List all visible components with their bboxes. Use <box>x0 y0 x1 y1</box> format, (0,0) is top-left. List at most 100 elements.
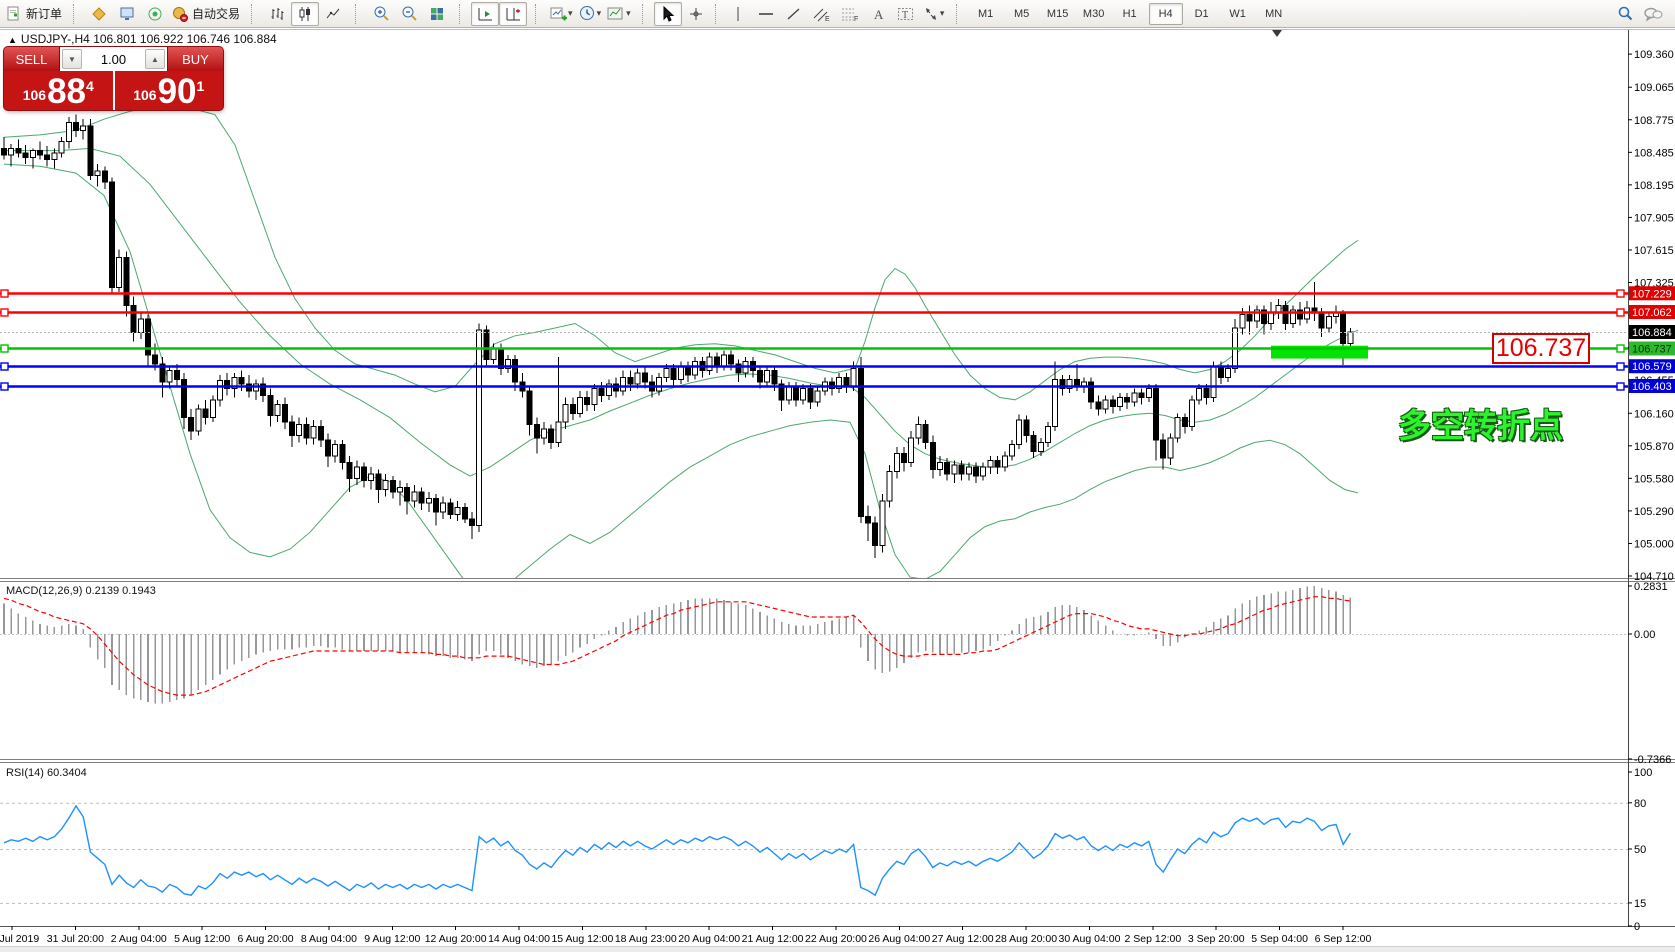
candle-bull <box>167 371 172 382</box>
svg-text:-0.7366: -0.7366 <box>1634 754 1671 766</box>
candle-bear <box>45 155 50 159</box>
candle-bull <box>333 445 338 456</box>
period-dropdown[interactable]: ▾ <box>597 8 602 19</box>
cursor-tool-button[interactable] <box>654 2 682 26</box>
rsi-line <box>4 806 1350 895</box>
timeframe-m1[interactable]: M1 <box>969 3 1003 25</box>
buy-quote[interactable]: 106 90 1 <box>115 71 224 110</box>
candle-bear <box>729 355 734 364</box>
price-axis[interactable]: 109.360109.065108.775108.485108.195107.9… <box>1628 49 1675 583</box>
auto-scroll-button[interactable] <box>471 2 499 26</box>
chart-shift-button[interactable] <box>499 2 527 26</box>
timeframe-w1[interactable]: W1 <box>1221 3 1255 25</box>
price-callout-label[interactable]: 106.737 <box>1492 333 1590 364</box>
timeframe-mn[interactable]: MN <box>1257 3 1291 25</box>
search-button[interactable] <box>1611 2 1639 26</box>
svg-text:0: 0 <box>1634 921 1640 933</box>
chart-canvas[interactable]: 109.360109.065108.775108.485108.195107.9… <box>0 27 1675 951</box>
candle-bull <box>542 429 547 438</box>
candle-bull <box>887 472 892 501</box>
line-chart-button[interactable] <box>319 2 347 26</box>
channel-tool-button[interactable]: E <box>808 2 836 26</box>
bar-chart-button[interactable] <box>263 2 291 26</box>
candle-bull <box>621 377 626 390</box>
sell-button[interactable]: SELL <box>4 47 59 71</box>
candle-bull <box>196 409 201 431</box>
new-order-button[interactable]: 新订单 <box>3 2 65 26</box>
chart-title: ▲USDJPY-,H4 106.801 106.922 106.746 106.… <box>8 32 277 46</box>
sell-quote[interactable]: 106 88 4 <box>4 71 115 110</box>
lot-increase-button[interactable]: ▲ <box>145 49 165 69</box>
candle-bull <box>815 391 820 402</box>
price-lines[interactable] <box>0 290 1628 390</box>
buy-button[interactable]: BUY <box>168 47 223 71</box>
svg-text:A: A <box>874 7 884 22</box>
tile-windows-button[interactable] <box>423 2 451 26</box>
timeframe-m30[interactable]: M30 <box>1077 3 1111 25</box>
timeframe-m15[interactable]: M15 <box>1041 3 1075 25</box>
rsi-pane[interactable] <box>0 803 1628 903</box>
macd-axis[interactable]: 0.28310.00-0.7366 <box>1628 581 1671 766</box>
arrows-dropdown[interactable]: ▾ <box>940 8 945 19</box>
charts-button[interactable] <box>85 2 113 26</box>
template-dropdown[interactable]: ▾ <box>626 8 631 19</box>
toolbar-separator <box>715 4 721 24</box>
candle-bear <box>434 499 439 512</box>
chart-shift-marker[interactable] <box>1272 30 1282 37</box>
candle-bear <box>405 487 410 500</box>
time-label: 27 Aug 12:00 <box>932 933 994 945</box>
candle-bear <box>153 355 158 364</box>
label-tool-button[interactable]: T <box>892 2 920 26</box>
rsi-axis[interactable]: 1008050150 <box>1628 767 1652 933</box>
candle-bull <box>1175 418 1180 438</box>
candle-bear <box>628 377 633 384</box>
time-label: 6 Sep 12:00 <box>1315 933 1372 945</box>
chat-button[interactable] <box>1639 2 1667 26</box>
candle-bull <box>988 460 993 467</box>
lot-decrease-button[interactable]: ▼ <box>62 49 82 69</box>
timeframe-h1[interactable]: H1 <box>1113 3 1147 25</box>
macd-pane[interactable] <box>0 586 1628 704</box>
candle-bull <box>426 499 431 503</box>
vline-tool-button[interactable] <box>724 2 752 26</box>
bollinger-bands <box>4 106 1358 594</box>
svg-text:105.000: 105.000 <box>1634 538 1674 550</box>
signals-button[interactable] <box>141 2 169 26</box>
candle-bear <box>794 386 799 399</box>
candle-bear <box>340 445 345 463</box>
svg-text:80: 80 <box>1634 798 1646 810</box>
period-button[interactable]: ▾ <box>576 2 605 26</box>
svg-text:107.062: 107.062 <box>1632 307 1672 319</box>
zoom-out-button[interactable] <box>395 2 423 26</box>
timeframe-m5[interactable]: M5 <box>1005 3 1039 25</box>
template-button[interactable]: ▾ <box>604 2 634 26</box>
arrows-tool-button[interactable]: ▾ <box>920 2 948 26</box>
candle-chart-button[interactable] <box>291 2 319 26</box>
text-tool-button[interactable]: A <box>864 2 892 26</box>
candle-chart-icon <box>297 6 313 22</box>
profile-button[interactable] <box>113 2 141 26</box>
add-indicator-dropdown[interactable]: ▾ <box>568 8 573 19</box>
bb-upper <box>4 106 1358 400</box>
crosshair-tool-button[interactable] <box>682 2 710 26</box>
time-axis[interactable]: 30 Jul 201931 Jul 20:002 Aug 04:005 Aug … <box>0 926 1371 945</box>
candle-bear <box>290 422 295 435</box>
candle-bear <box>1154 389 1159 441</box>
add-indicator-button[interactable]: ▾ <box>547 2 576 26</box>
trendline-tool-button[interactable] <box>780 2 808 26</box>
zoom-in-button[interactable] <box>367 2 395 26</box>
price-pane[interactable] <box>0 106 1628 594</box>
lot-input[interactable]: 1.00 <box>84 47 143 71</box>
autotrading-button[interactable]: 自动交易 <box>169 2 243 26</box>
svg-text:107.615: 107.615 <box>1634 245 1674 257</box>
timeframe-d1[interactable]: D1 <box>1185 3 1219 25</box>
chinese-annotation[interactable]: 多空转折点 <box>1398 399 1563 447</box>
collapse-trade-panel-icon[interactable]: ▲ <box>8 35 17 45</box>
candle-bull <box>1226 368 1231 377</box>
candle-bull <box>1190 400 1195 427</box>
timeframe-h4[interactable]: H4 <box>1149 3 1183 25</box>
fibonacci-tool-button[interactable]: F <box>836 2 864 26</box>
hline-tool-button[interactable] <box>752 2 780 26</box>
candle-bear <box>462 508 467 519</box>
chart-window[interactable]: 109.360109.065108.775108.485108.195107.9… <box>0 27 1675 951</box>
